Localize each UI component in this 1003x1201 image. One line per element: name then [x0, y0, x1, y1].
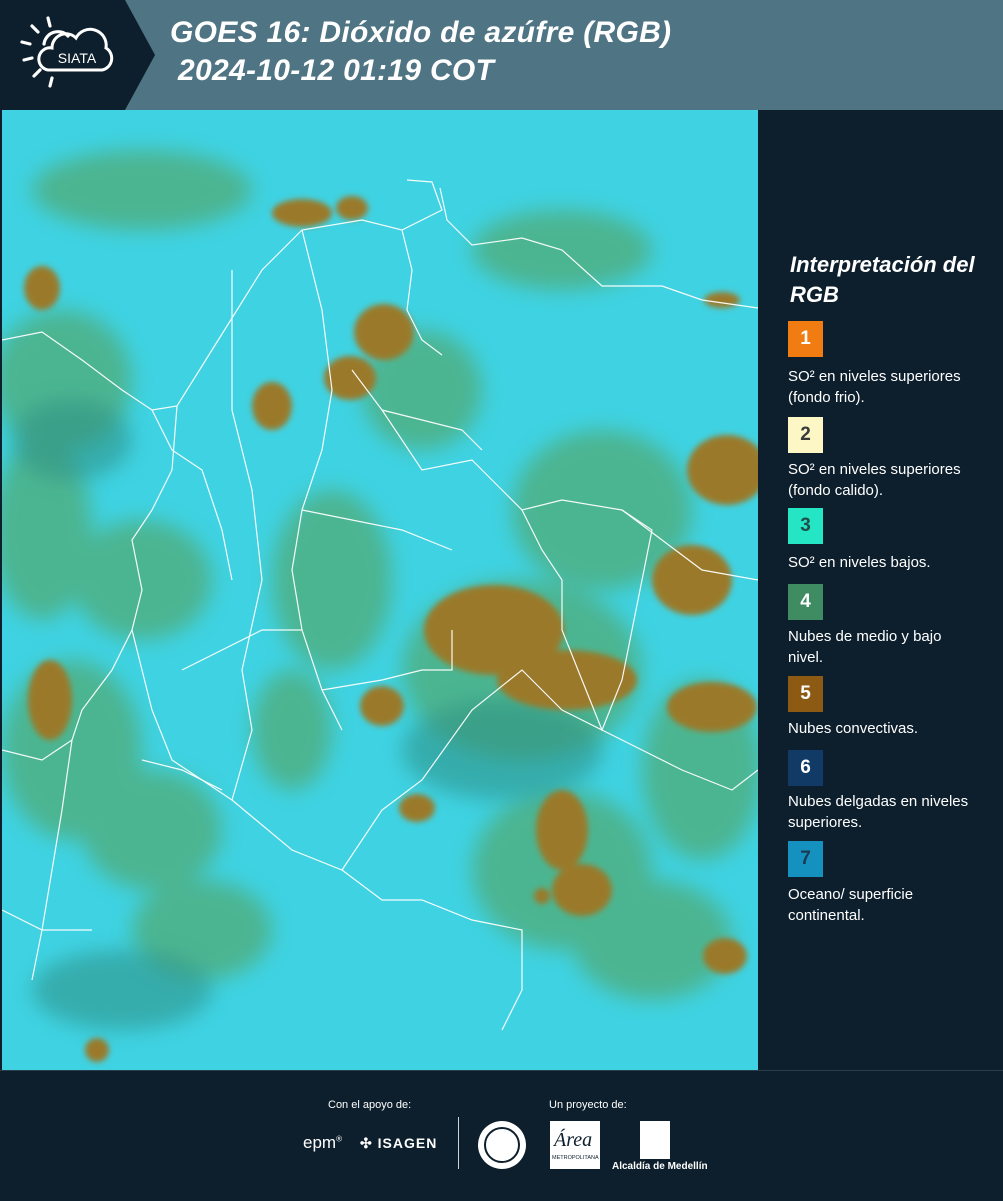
legend-swatch-3: 3: [788, 508, 823, 544]
legend-label-1: SO² en niveles superiores (fondo frio).: [788, 368, 961, 406]
area-metropolitana-logo: Área METROPOLITANA: [550, 1121, 600, 1169]
legend-number-3: 3: [800, 515, 811, 536]
legend-label-3: SO² en niveles bajos.: [788, 554, 931, 571]
legend-swatch-4: 4: [788, 584, 823, 620]
project-label: Un proyecto de:: [549, 1099, 627, 1111]
satellite-map-image: [2, 110, 758, 1070]
sun-cloud-icon: SIATA: [20, 16, 114, 88]
support-label: Con el apoyo de:: [328, 1099, 412, 1111]
legend-swatch-1: 1: [788, 321, 823, 357]
legend-label-4: Nubes de medio y bajo nivel.: [788, 628, 942, 666]
legend-number-5: 5: [800, 683, 811, 704]
legend-swatch-6: 6: [788, 750, 823, 786]
legend-number-4: 4: [800, 591, 811, 612]
legend-label-5: Nubes convectivas.: [788, 720, 919, 737]
header-chevron: [125, 0, 155, 110]
legend-panel: Interpretación del RGB 1 SO² en niveles …: [760, 110, 1003, 1070]
legend-number-7: 7: [800, 848, 811, 869]
isagen-logo: ✣ ISAGEN: [360, 1135, 438, 1151]
alcaldia-shield-icon: [640, 1121, 670, 1159]
legend-swatch-7: 7: [788, 841, 823, 877]
legend-swatch-5: 5: [788, 676, 823, 712]
footer-divider: [458, 1117, 459, 1169]
epm-logo: epm®: [303, 1133, 342, 1152]
satellite-map: [2, 110, 758, 1070]
siata-seal-icon: [478, 1121, 526, 1169]
footer: Con el apoyo de: Un proyecto de: epm® ✣ …: [0, 1070, 1003, 1201]
svg-text:SIATA: SIATA: [58, 50, 97, 66]
legend-label-2: SO² en niveles superiores (fondo calido)…: [788, 461, 961, 499]
legend-label-7: Oceano/ superficie continental.: [788, 886, 914, 924]
legend-title: Interpretación del RGB: [790, 252, 975, 307]
legend-number-6: 6: [800, 757, 811, 778]
siata-logo: SIATA: [0, 0, 125, 110]
legend-swatch-2: 2: [788, 417, 823, 453]
page-timestamp: 2024-10-12 01:19 COT: [178, 54, 495, 87]
legend-number-2: 2: [800, 424, 811, 445]
legend-label-6: Nubes delgadas en niveles superiores.: [788, 793, 969, 831]
alcaldia-label: Alcaldía de Medellín: [612, 1161, 708, 1172]
page-title: GOES 16: Dióxido de azúfre (RGB): [170, 16, 672, 49]
header-bar: SIATA GOES 16: Dióxido de azúfre (RGB) 2…: [0, 0, 1003, 110]
legend-number-1: 1: [800, 328, 811, 349]
